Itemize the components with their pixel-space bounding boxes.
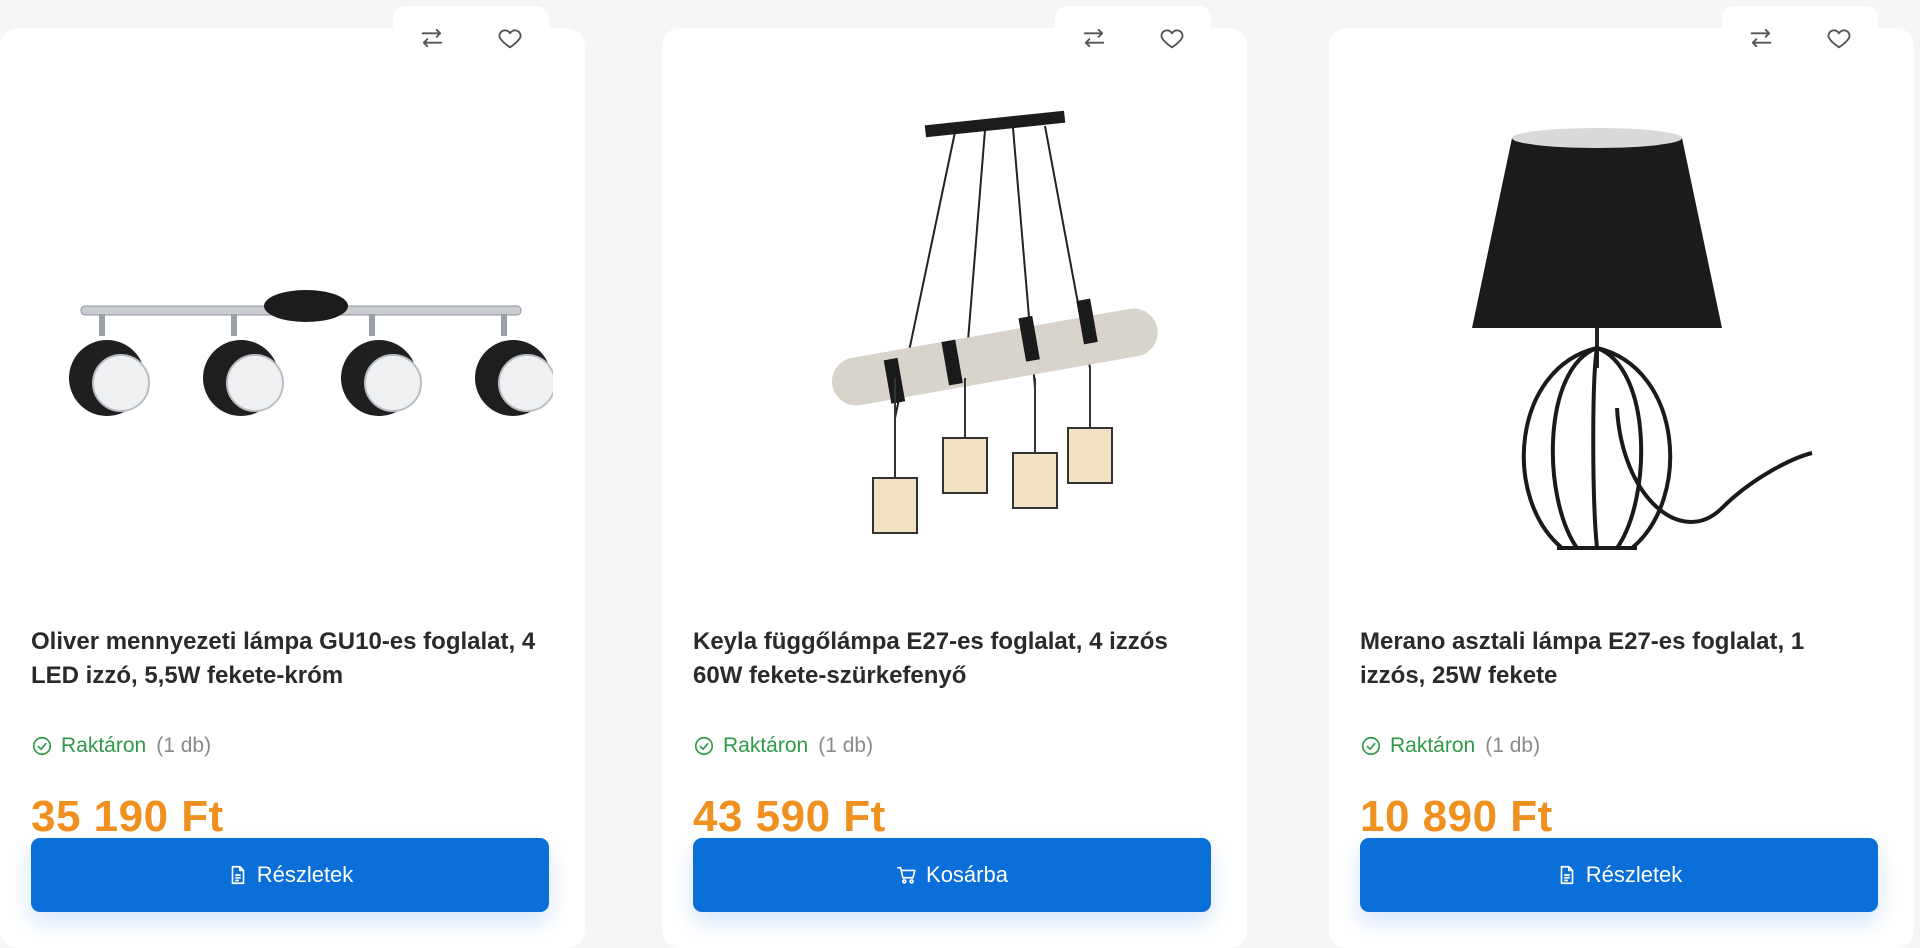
product-price: 43 590 Ft: [693, 792, 886, 841]
product-card: Keyla függőlámpa E27-es foglalat, 4 izzó…: [662, 6, 1247, 948]
card-actions: [1055, 6, 1211, 70]
product-image[interactable]: [10, 68, 575, 588]
stock-status: Raktáron (1 db): [31, 734, 211, 758]
check-circle-icon: [1361, 736, 1381, 756]
product-card: Oliver mennyezeti lámpa GU10-es foglalat…: [0, 6, 585, 948]
card-actions: [393, 6, 549, 70]
product-grid: Oliver mennyezeti lámpa GU10-es foglalat…: [0, 0, 1920, 948]
compare-icon[interactable]: [1741, 18, 1781, 58]
heart-icon[interactable]: [490, 18, 530, 58]
compare-icon[interactable]: [1074, 18, 1114, 58]
add-to-cart-label: Kosárba: [926, 862, 1008, 887]
card-actions: [1722, 6, 1878, 70]
product-title[interactable]: Oliver mennyezeti lámpa GU10-es foglalat…: [31, 625, 545, 693]
compare-icon[interactable]: [412, 18, 452, 58]
product-title[interactable]: Keyla függőlámpa E27-es foglalat, 4 izzó…: [693, 625, 1207, 693]
details-button[interactable]: Részletek: [1360, 838, 1878, 912]
product-price: 35 190 Ft: [31, 792, 224, 841]
details-button-label: Részletek: [1585, 862, 1683, 887]
product-price: 10 890 Ft: [1360, 792, 1553, 841]
document-icon: [227, 864, 249, 886]
details-button-label: Részletek: [256, 862, 354, 887]
product-card: Merano asztali lámpa E27-es foglalat, 1 …: [1329, 6, 1914, 948]
add-to-cart-button[interactable]: Kosárba: [693, 838, 1211, 912]
heart-icon[interactable]: [1819, 18, 1859, 58]
document-icon: [1556, 864, 1578, 886]
check-circle-icon: [32, 736, 52, 756]
stock-status: Raktáron (1 db): [1360, 734, 1540, 758]
stock-quantity: (1 db): [818, 734, 874, 757]
details-button[interactable]: Részletek: [31, 838, 549, 912]
check-circle-icon: [694, 736, 714, 756]
product-title[interactable]: Merano asztali lámpa E27-es foglalat, 1 …: [1360, 625, 1874, 693]
stock-quantity: (1 db): [156, 734, 212, 757]
product-image[interactable]: [672, 68, 1237, 588]
stock-status: Raktáron (1 db): [693, 734, 873, 758]
stock-label: Raktáron: [1390, 734, 1476, 757]
cart-icon: [896, 864, 918, 886]
product-image[interactable]: [1339, 68, 1904, 588]
stock-label: Raktáron: [61, 734, 147, 757]
stock-quantity: (1 db): [1485, 734, 1541, 757]
stock-label: Raktáron: [723, 734, 809, 757]
heart-icon[interactable]: [1152, 18, 1192, 58]
